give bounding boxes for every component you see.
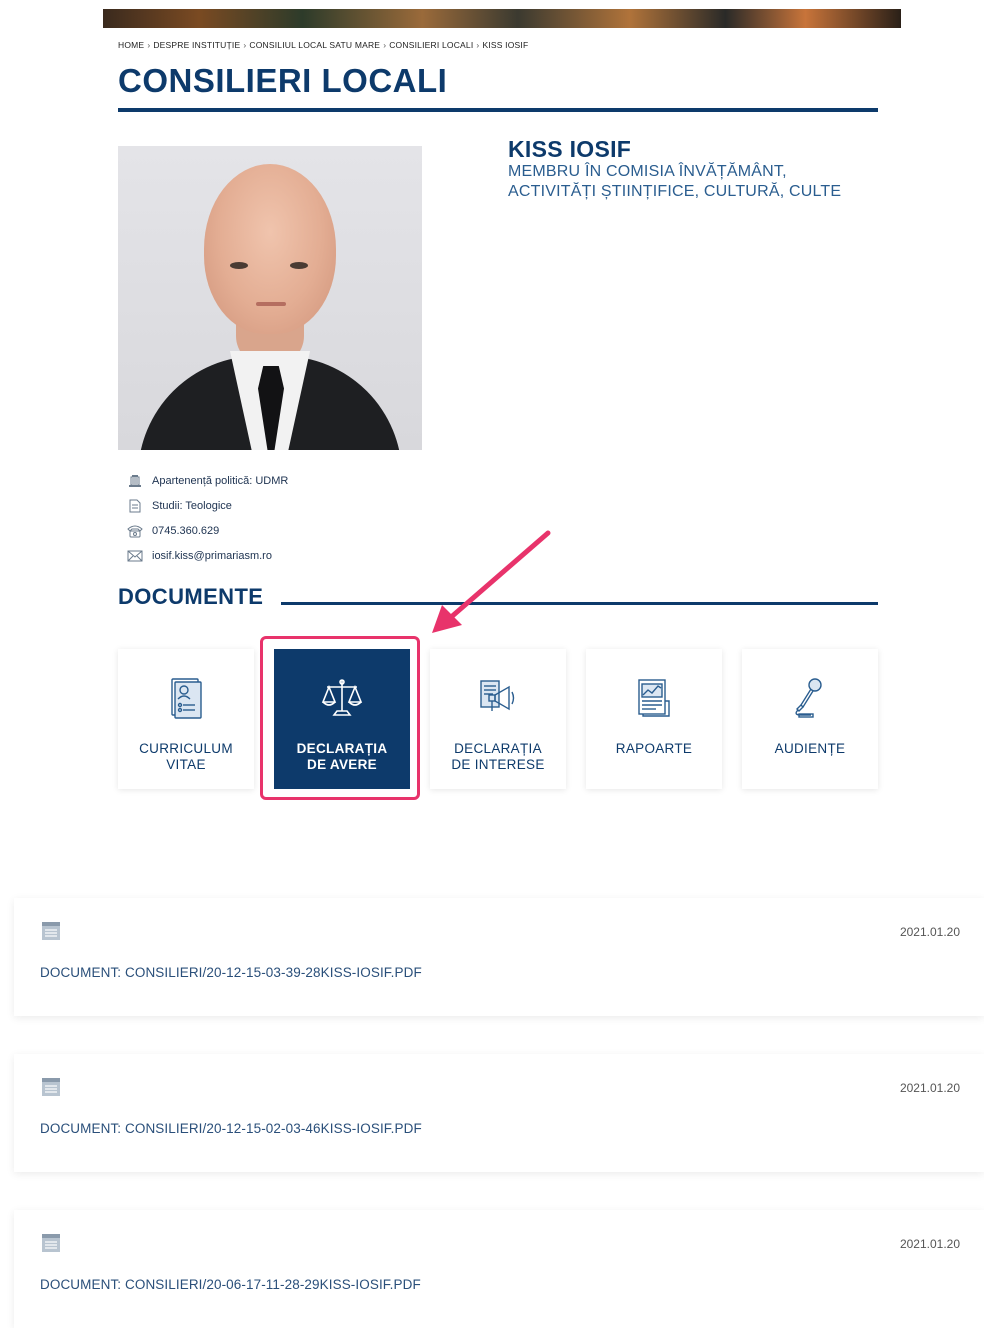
- envelope-icon: [126, 549, 144, 563]
- document-date: 2021.01.20: [899, 1081, 960, 1095]
- breadcrumb: HOME › DESPRE INSTITUȚIE › CONSILIUL LOCAL S…: [118, 40, 528, 50]
- card-audiente[interactable]: AUDIENȚE: [742, 649, 878, 789]
- document-file-icon: [40, 1232, 62, 1254]
- document-file-icon: [40, 1076, 62, 1098]
- member-role-line: ACTIVITĂȚI ȘTIINȚIFICE, CULTURĂ, CULTE: [508, 183, 842, 200]
- info-email-link[interactable]: iosif.kiss@primariasm.ro: [152, 550, 272, 562]
- card-declaratia-de-interese[interactable]: DECLARAȚIA DE INTERESE: [430, 649, 566, 789]
- member-name: KISS IOSIF: [508, 136, 632, 162]
- document-link[interactable]: DOCUMENT: CONSILIERI/20-12-15-03-39-28KI…: [40, 965, 422, 980]
- card-label: DECLARAȚIA DE INTERESE: [438, 741, 558, 773]
- info-email: iosif.kiss@primariasm.ro: [126, 543, 288, 568]
- card-label-line: RAPOARTE: [615, 741, 693, 756]
- card-label-line: CURRICULUM: [139, 741, 233, 756]
- breadcrumb-despre-link[interactable]: DESPRE INSTITUȚIE: [153, 40, 240, 50]
- info-phone-text[interactable]: 0745.360.629: [152, 525, 219, 537]
- document-row[interactable]: 2021.01.20 DOCUMENT: CONSILIERI/20-06-17…: [14, 1210, 984, 1328]
- breadcrumb-current: KISS IOSIF: [482, 40, 529, 50]
- document-date: 2021.01.20: [899, 925, 960, 939]
- info-studies: Studii: Teologice: [126, 493, 288, 518]
- document-date: 2021.01.20: [899, 1237, 960, 1251]
- card-label: CURRICULUM VITAE: [126, 741, 246, 773]
- cv-icon: [163, 675, 209, 721]
- card-label: AUDIENȚE: [750, 741, 870, 757]
- document-row[interactable]: 2021.01.20 DOCUMENT: CONSILIERI/20-12-15…: [14, 1054, 984, 1172]
- breadcrumb-separator: ›: [147, 40, 151, 50]
- documents-heading: DOCUMENTE: [118, 584, 264, 609]
- report-icon: [631, 675, 677, 721]
- info-political-text: Apartenență politică: UDMR: [152, 474, 289, 487]
- card-label-line: DECLARAȚIA: [454, 741, 542, 756]
- member-info-list: Apartenență politică: UDMR Studii: Teolo…: [126, 468, 288, 568]
- title-divider: [118, 108, 878, 112]
- microphone-icon: [787, 675, 833, 721]
- card-label-line: VITAE: [166, 757, 206, 772]
- card-label-line: DE INTERESE: [451, 757, 545, 772]
- breadcrumb-separator: ›: [383, 40, 387, 50]
- info-political: Apartenență politică: UDMR: [126, 468, 288, 493]
- breadcrumb-home-link[interactable]: HOME: [118, 40, 144, 50]
- highlight-box: [260, 636, 420, 800]
- page-title: CONSILIERI LOCALI: [118, 62, 448, 99]
- breadcrumb-consilieri-link[interactable]: CONSILIERI LOCALI: [389, 40, 473, 50]
- member-role-line: MEMBRU ÎN COMISIA ÎNVĂȚĂMÂNT,: [508, 163, 787, 180]
- info-studies-text: Studii: Teologice: [152, 499, 232, 512]
- documents-divider: [281, 602, 878, 605]
- card-rapoarte[interactable]: RAPOARTE: [586, 649, 722, 789]
- document-icon: [126, 499, 144, 513]
- card-label-line: AUDIENȚE: [774, 741, 846, 756]
- document-link[interactable]: DOCUMENT: CONSILIERI/20-12-15-02-03-46KI…: [40, 1121, 422, 1136]
- member-portrait: [118, 146, 422, 450]
- pointer-arrow-icon: [432, 530, 551, 633]
- member-role: MEMBRU ÎN COMISIA ÎNVĂȚĂMÂNT, ACTIVITĂȚI…: [508, 162, 868, 202]
- card-label: RAPOARTE: [594, 741, 714, 757]
- breadcrumb-consiliul-link[interactable]: CONSILIUL LOCAL SATU MARE: [249, 40, 380, 50]
- document-link[interactable]: DOCUMENT: CONSILIERI/20-06-17-11-28-29KI…: [40, 1277, 421, 1292]
- header-banner: [103, 9, 901, 28]
- phone-icon: [126, 524, 144, 538]
- building-icon: [126, 474, 144, 488]
- megaphone-document-icon: [475, 675, 521, 721]
- breadcrumb-separator: ›: [476, 40, 480, 50]
- document-row[interactable]: 2021.01.20 DOCUMENT: CONSILIERI/20-12-15…: [14, 898, 984, 1016]
- info-phone: 0745.360.629: [126, 518, 288, 543]
- card-curriculum-vitae[interactable]: CURRICULUM VITAE: [118, 649, 254, 789]
- document-file-icon: [40, 920, 62, 942]
- breadcrumb-separator: ›: [243, 40, 247, 50]
